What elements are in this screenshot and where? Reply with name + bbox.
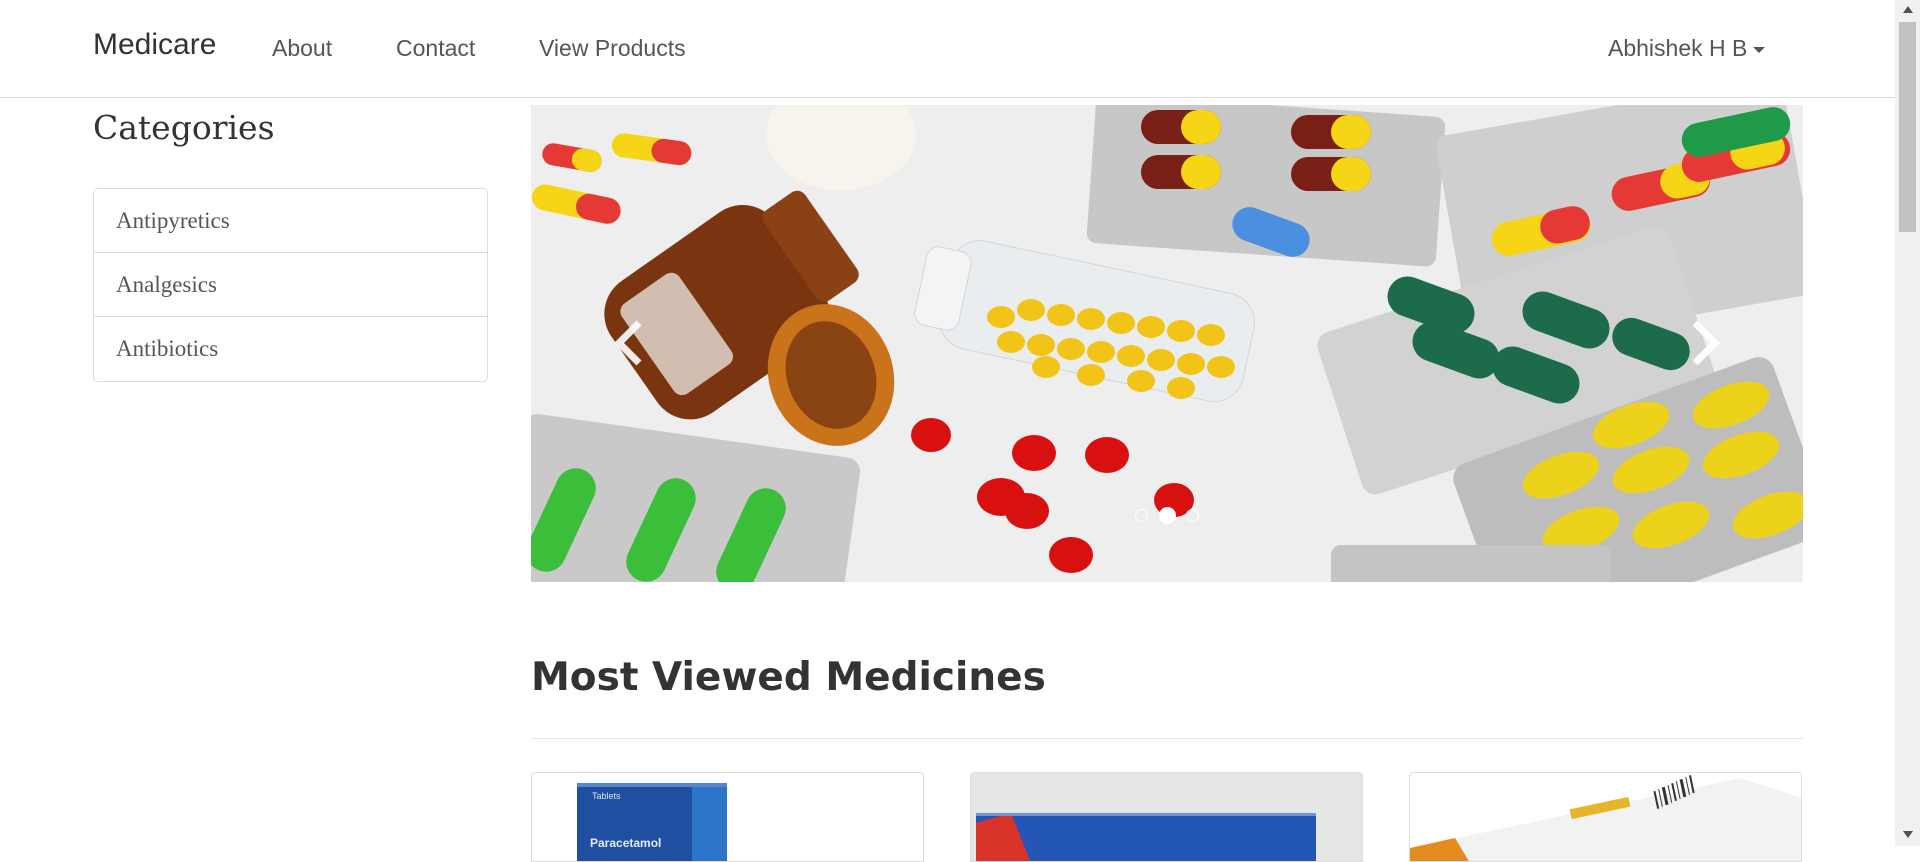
- caret-down-icon: [1753, 46, 1766, 53]
- scroll-up-arrow-icon[interactable]: [1903, 6, 1913, 13]
- paracetamol-box-image: Tablets Paracetamol: [577, 783, 727, 861]
- nav-view-products-link[interactable]: View Products: [539, 35, 686, 62]
- most-viewed-heading: Most Viewed Medicines: [531, 655, 1046, 700]
- scroll-down-arrow-icon[interactable]: [1903, 831, 1913, 838]
- user-name: Abhishek H B: [1608, 35, 1748, 61]
- product-card[interactable]: Tablets Paracetamol: [531, 772, 924, 862]
- image-carousel: [531, 105, 1803, 582]
- user-dropdown[interactable]: Abhishek H B: [1608, 35, 1766, 62]
- nav-contact-link[interactable]: Contact: [396, 35, 475, 62]
- scrollbar-thumb[interactable]: [1899, 22, 1916, 232]
- carousel-indicator-active[interactable]: [1158, 507, 1176, 524]
- white-orange-medicine-box-image: [1410, 775, 1801, 861]
- box-text: Paracetamol: [590, 836, 661, 850]
- category-item-antibiotics[interactable]: Antibiotics: [94, 317, 487, 381]
- category-list: Antipyretics Analgesics Antibiotics: [93, 188, 488, 382]
- blue-medicine-box-image: [976, 813, 1316, 861]
- carousel-indicator[interactable]: [1135, 509, 1149, 522]
- page-scrollbar[interactable]: [1895, 0, 1920, 846]
- nav-about-link[interactable]: About: [272, 35, 332, 62]
- carousel-indicator[interactable]: [1185, 509, 1199, 522]
- category-item-analgesics[interactable]: Analgesics: [94, 253, 487, 317]
- product-card[interactable]: [1409, 772, 1802, 862]
- divider: [531, 738, 1803, 739]
- product-card[interactable]: [970, 772, 1363, 862]
- carousel-indicators: [531, 507, 1803, 527]
- top-navbar: Medicare About Contact View Products Abh…: [0, 0, 1895, 98]
- brand-link[interactable]: Medicare: [93, 28, 216, 62]
- categories-heading: Categories: [93, 108, 275, 147]
- box-subtext: Tablets: [592, 791, 621, 801]
- category-item-antipyretics[interactable]: Antipyretics: [94, 189, 487, 253]
